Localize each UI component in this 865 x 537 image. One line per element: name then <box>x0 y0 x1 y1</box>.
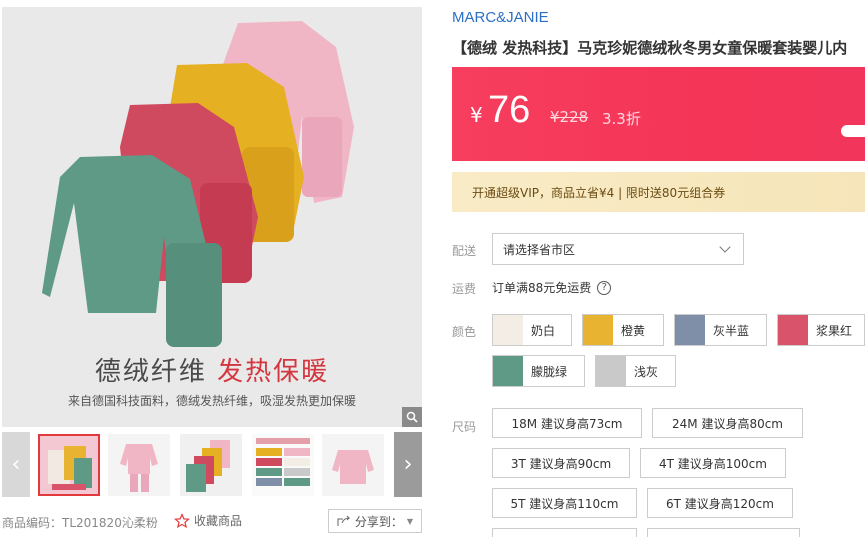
size-option[interactable]: 6T 建议身高120cm <box>647 488 793 518</box>
color-label: 颜色 <box>452 325 477 339</box>
color-option-label: 橙黄 <box>621 323 646 338</box>
color-option[interactable]: 奶白 <box>492 314 572 346</box>
product-photo-clothes <box>42 21 354 347</box>
size-label: 尺码 <box>452 420 477 434</box>
product-meta-row: 商品编码：TL201820沁柔粉 收藏商品 分享到： ▼ <box>2 507 422 535</box>
color-swatch <box>493 315 523 345</box>
thumbnail-image <box>40 436 98 494</box>
share-icon <box>337 515 351 526</box>
size-option[interactable]: 18M 建议身高73cm <box>492 408 642 438</box>
favorite-button[interactable]: 收藏商品 <box>174 512 242 529</box>
currency-symbol: ¥ <box>470 103 483 127</box>
color-option[interactable]: 浆果红 <box>777 314 865 346</box>
color-swatch <box>675 315 705 345</box>
color-option-label: 朦胧绿 <box>531 364 568 379</box>
shipping-label: 配送 <box>452 244 477 258</box>
image-subheadline: 来自德国科技面料，德绒发热纤维，吸湿发热更加保暖 <box>67 394 356 408</box>
thumb-next-button[interactable]: › <box>394 432 422 497</box>
color-swatch <box>596 356 626 386</box>
thumbnail-image <box>252 434 314 496</box>
question-icon[interactable]: ? <box>597 280 612 295</box>
thumbnail-image <box>108 434 170 496</box>
main-product-image[interactable]: 德绒纤维 发热保暖 来自德国科技面料，德绒发热纤维，吸湿发热更加保暖 <box>2 7 422 427</box>
color-option-label: 浆果红 <box>816 323 853 338</box>
size-option[interactable]: 24M 建议身高80cm <box>652 408 803 438</box>
color-option[interactable]: 橙黄 <box>582 314 664 346</box>
discount-rate: 3.3折 <box>602 110 641 128</box>
freight-info: 订单满88元免运费 ? <box>492 279 612 296</box>
thumbnail[interactable] <box>322 434 384 496</box>
color-swatch <box>493 356 523 386</box>
color-option[interactable]: 朦胧绿 <box>492 355 585 387</box>
thumbnail[interactable] <box>180 434 242 496</box>
star-icon <box>174 512 190 528</box>
region-select-value: 请选择省市区 <box>503 242 576 257</box>
current-price: 76 <box>488 89 531 131</box>
magnifier-icon <box>406 411 418 423</box>
vip-promo-bar[interactable]: 开通超级VIP，商品立省¥4 | 限时送80元组合券 <box>452 172 865 212</box>
image-headline: 德绒纤维 发热保暖 <box>94 357 330 387</box>
freight-label: 运费 <box>452 282 477 296</box>
sku-code: 商品编码：TL201820沁柔粉 <box>2 516 158 530</box>
color-option[interactable]: 灰半蓝 <box>674 314 767 346</box>
size-option-partial[interactable] <box>647 528 800 537</box>
thumbnail[interactable] <box>108 434 170 496</box>
share-button[interactable]: 分享到： ▼ <box>328 509 422 533</box>
thumbnail[interactable] <box>38 434 100 496</box>
image-headline-highlight: 发热保暖 <box>217 357 330 387</box>
caret-down-icon: ▼ <box>406 516 414 526</box>
thumbnail-image <box>322 434 384 496</box>
freight-text: 订单满88元免运费 <box>492 281 592 295</box>
color-option-label: 奶白 <box>531 323 556 338</box>
chevron-left-icon: ‹ <box>11 452 21 477</box>
chevron-down-icon <box>719 241 731 253</box>
color-swatch <box>778 315 808 345</box>
size-option[interactable]: 4T 建议身高100cm <box>640 448 786 478</box>
product-title: 【德绒 发热科技】马克珍妮德绒秋冬男女童保暖套装婴儿内 <box>452 39 848 57</box>
region-select[interactable]: 请选择省市区 <box>492 233 744 265</box>
share-label: 分享到： <box>354 514 403 529</box>
color-swatch <box>583 315 613 345</box>
color-option-label: 灰半蓝 <box>713 323 750 338</box>
price-panel: ¥ 76 ¥228 3.3折 <box>452 67 865 161</box>
size-option-partial[interactable] <box>492 528 637 537</box>
color-option[interactable]: 浅灰 <box>595 355 676 387</box>
color-option-label: 浅灰 <box>634 364 659 379</box>
thumbnail-strip: ‹ › <box>2 432 422 497</box>
size-option[interactable]: 5T 建议身高110cm <box>492 488 637 518</box>
zoom-button[interactable] <box>402 407 422 427</box>
thumb-prev-button[interactable]: ‹ <box>2 432 30 497</box>
price-side-pill <box>841 125 865 137</box>
thumbnail[interactable] <box>252 434 314 496</box>
thumbnail-image <box>180 434 242 496</box>
size-option[interactable]: 3T 建议身高90cm <box>492 448 630 478</box>
vip-promo-text: 开通超级VIP，商品立省¥4 | 限时送80元组合券 <box>472 185 726 200</box>
brand-link[interactable]: MARC&JANIE <box>452 9 549 26</box>
chevron-right-icon: › <box>403 452 413 477</box>
favorite-label: 收藏商品 <box>194 514 243 528</box>
original-price: ¥228 <box>550 108 589 126</box>
